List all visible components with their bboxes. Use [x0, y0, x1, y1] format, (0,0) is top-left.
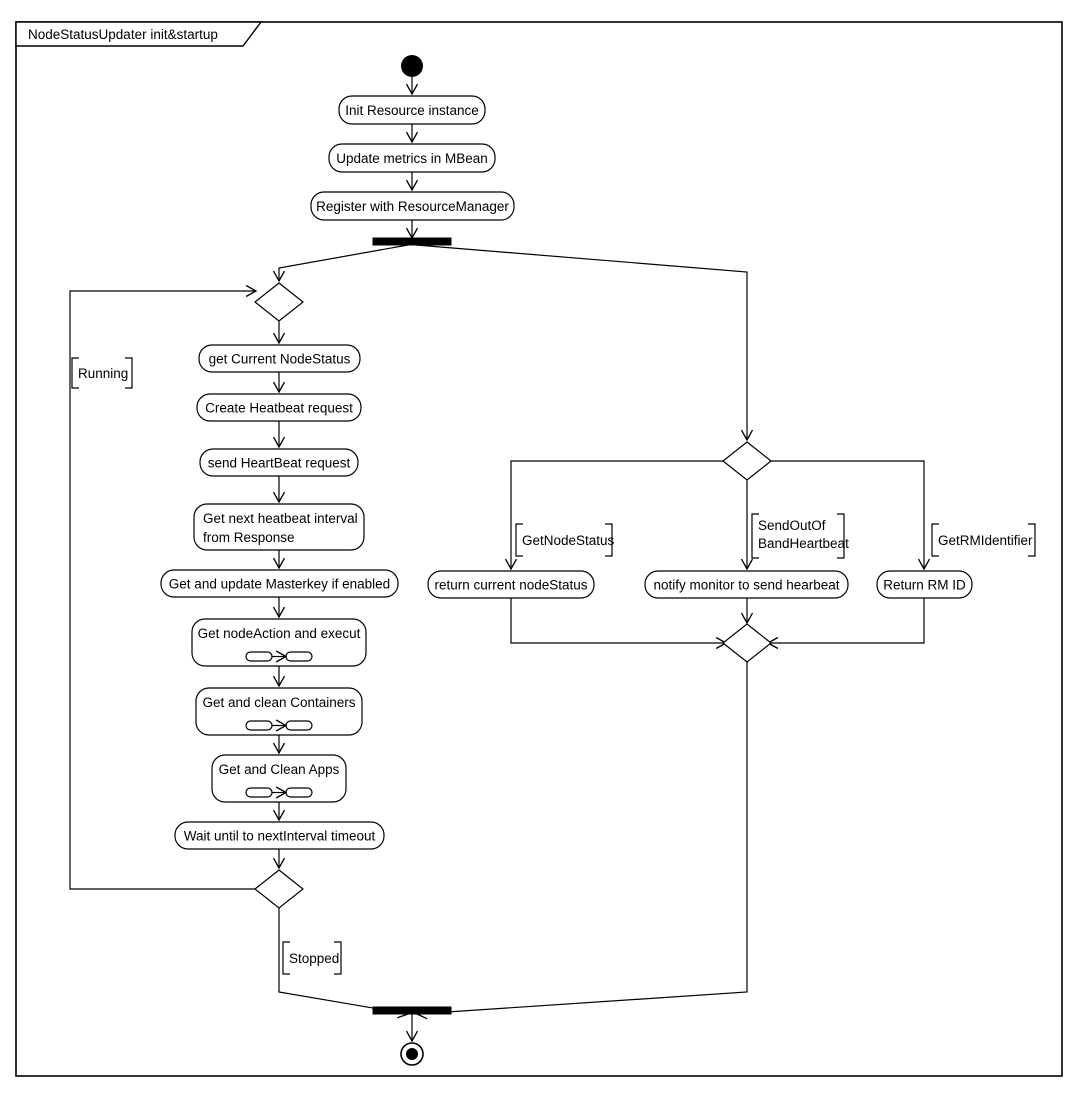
action-node-label: Create Heatbeat request [205, 401, 353, 416]
action-node-label: Get nodeAction and execut [198, 626, 361, 641]
action-node-label: Wait until to nextInterval timeout [184, 829, 376, 844]
uml-activity-diagram-canvas: NodeStatusUpdater init&startup Init Reso… [0, 0, 1081, 1095]
action-node-get-next-heartbeat-interval[interactable]: Get next heatbeat interval from Response [193, 503, 365, 551]
synchronization-bar [372, 1006, 452, 1015]
action-node-label: Register with ResourceManager [316, 199, 509, 214]
guard-label: Stopped [289, 951, 339, 966]
action-node-send-heartbeat-request[interactable]: send HeartBeat request [199, 448, 359, 477]
decision-shape [254, 869, 304, 909]
action-node-label: notify monitor to send hearbeat [653, 578, 839, 593]
guard-label: Running [78, 366, 128, 381]
action-node-get-and-update-masterkey[interactable]: Get and update Masterkey if enabled [160, 569, 399, 598]
action-node-notify-monitor-to-send-heartbeat[interactable]: notify monitor to send hearbeat [644, 570, 849, 599]
fork-bar [372, 237, 452, 246]
frame-title-label: NodeStatusUpdater init&startup [28, 27, 218, 42]
action-node-register-with-resourcemanager[interactable]: Register with ResourceManager [310, 191, 515, 221]
final-node [400, 1042, 424, 1066]
request-type-decision[interactable] [722, 441, 772, 481]
decision-shape [254, 282, 304, 322]
action-node-label: Init Resource instance [345, 103, 479, 118]
edge-fork-to-loop-merge [272, 244, 409, 283]
action-node-get-nodeaction-and-execute[interactable]: Get nodeAction and execut [191, 618, 367, 667]
guard-stopped: Stopped [282, 941, 342, 975]
action-node-label: Update metrics in MBean [336, 151, 488, 166]
decision-shape [722, 623, 772, 663]
guard-label-line2: BandHeartbeat [758, 536, 849, 551]
activity-diagram-root: NodeStatusUpdater init&startup Init Reso… [0, 0, 1081, 1095]
action-node-create-heartbeat-request[interactable]: Create Heatbeat request [196, 393, 362, 422]
loop-exit-decision[interactable] [254, 869, 304, 909]
action-node-return-current-nodestatus[interactable]: return current nodeStatus [427, 570, 595, 599]
action-node-label: get Current NodeStatus [209, 352, 351, 367]
guard-running: Running [71, 357, 133, 389]
edge-nodestatus-to-merge [510, 598, 728, 650]
action-node-label: send HeartBeat request [208, 456, 351, 471]
edge-right-merge-to-join [415, 662, 748, 1020]
guard-label-line1: SendOutOf [758, 518, 826, 533]
rake-right-node [285, 720, 313, 731]
rake-left-node [245, 720, 273, 731]
guard-label: GetRMIdentifier [938, 533, 1033, 548]
guard-label: GetNodeStatus [522, 533, 615, 548]
action-node-get-and-clean-apps[interactable]: Get and Clean Apps [211, 754, 347, 803]
diagram-frame-border [15, 21, 1063, 1077]
action-node-label: return current nodeStatus [434, 578, 587, 593]
join-bar [372, 1006, 452, 1015]
edge-layer [69, 77, 931, 1043]
action-node-wait-until-next-interval-timeout[interactable]: Wait until to nextInterval timeout [174, 821, 385, 850]
guard-send-out-of-band-heartbeat: SendOutOf BandHeartbeat [751, 513, 849, 559]
action-node-get-current-nodestatus[interactable]: get Current NodeStatus [198, 344, 361, 373]
loop-entry-merge[interactable] [254, 282, 304, 322]
edge-right-decision-to-rmid [767, 460, 931, 571]
initial-node [401, 55, 423, 77]
rake-right-node [285, 787, 313, 798]
action-node-label: Get and Clean Apps [219, 762, 340, 777]
rake-right-node [285, 651, 313, 662]
right-merge-node[interactable] [722, 623, 772, 663]
action-node-get-and-clean-containers[interactable]: Get and clean Containers [195, 687, 363, 736]
rake-left-node [245, 787, 273, 798]
initial-node-dot [401, 55, 423, 77]
action-node-return-rm-id[interactable]: Return RM ID [876, 570, 973, 599]
synchronization-bar [372, 237, 452, 246]
node-layer: Init Resource instance Update metrics in … [160, 55, 973, 1066]
action-node-update-metrics-in-mbean[interactable]: Update metrics in MBean [328, 143, 496, 173]
edge-fork-to-right-branch [415, 244, 754, 442]
action-node-label: Return RM ID [883, 578, 966, 593]
action-node-label-line1: Get next heatbeat interval [203, 511, 358, 526]
edge-right-decision-to-nodestatus [504, 460, 727, 571]
action-node-label: Get and clean Containers [202, 695, 355, 710]
rake-left-node [245, 651, 273, 662]
final-node-dot [406, 1048, 418, 1060]
guard-get-rm-identifier: GetRMIdentifier [931, 523, 1036, 557]
decision-shape [722, 441, 772, 481]
action-node-label: Get and update Masterkey if enabled [169, 577, 390, 592]
action-node-init-resource-instance[interactable]: Init Resource instance [338, 95, 486, 125]
diagram-frame: NodeStatusUpdater init&startup [15, 21, 1063, 1077]
guard-get-node-status: GetNodeStatus [515, 523, 615, 557]
edge-rmid-to-merge [766, 598, 925, 650]
action-node-label-line2: from Response [203, 530, 295, 545]
